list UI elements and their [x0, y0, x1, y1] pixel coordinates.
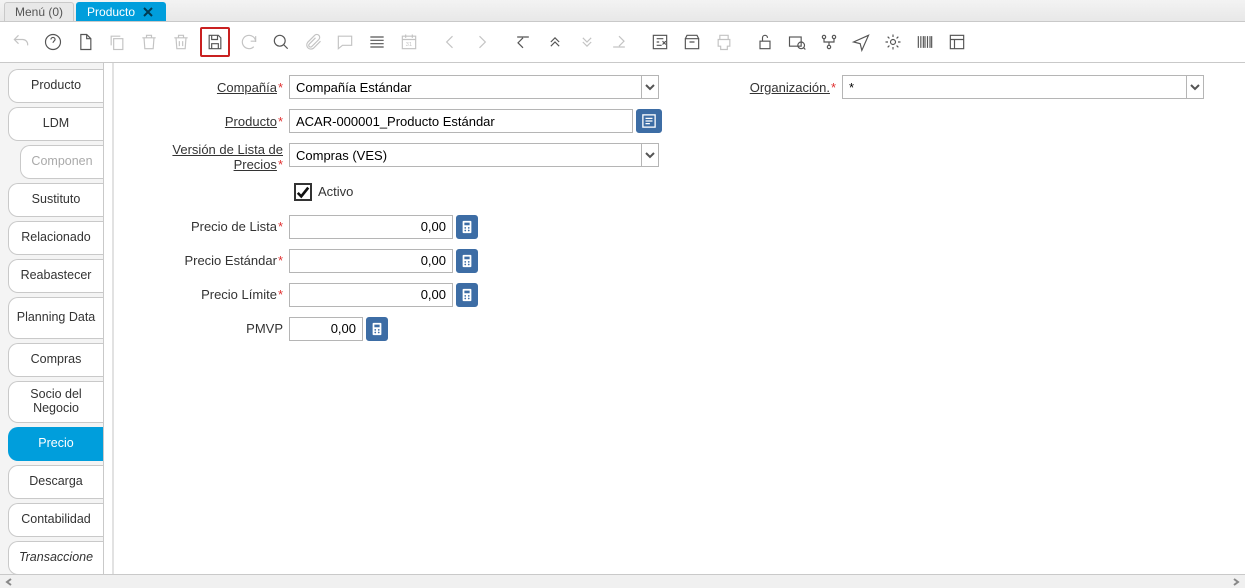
compania-combo[interactable]: [289, 75, 659, 99]
window-tab-menu[interactable]: Menú (0): [4, 2, 74, 21]
parent-last-icon: [606, 29, 632, 55]
precio-lista-calc-button[interactable]: [456, 215, 478, 239]
form-content: Compañía* Producto*: [104, 63, 1245, 574]
workflow-icon[interactable]: [816, 29, 842, 55]
precio-lista-label: Precio de Lista*: [134, 219, 289, 234]
activo-checkbox[interactable]: [294, 183, 312, 201]
grid-toggle-icon[interactable]: [364, 29, 390, 55]
main-area: Producto LDM Componen Sustituto Relacion…: [0, 63, 1245, 574]
close-tab-icon[interactable]: [141, 5, 155, 19]
new-record-icon[interactable]: [72, 29, 98, 55]
version-dropdown-icon[interactable]: [641, 143, 659, 167]
pmvp-input[interactable]: [289, 317, 363, 341]
search-icon[interactable]: [268, 29, 294, 55]
organizacion-input[interactable]: [842, 75, 1186, 99]
parent-first-icon[interactable]: [510, 29, 536, 55]
print-icon: [711, 29, 737, 55]
svg-text:31: 31: [406, 42, 412, 48]
side-tab-reabastecer[interactable]: Reabastecer: [8, 259, 103, 293]
side-tab-producto[interactable]: Producto: [8, 69, 103, 103]
organizacion-combo[interactable]: [842, 75, 1204, 99]
zoom-across-icon[interactable]: [784, 29, 810, 55]
barcode-icon[interactable]: [912, 29, 938, 55]
refresh-icon: [236, 29, 262, 55]
side-tab-list: Producto LDM Componen Sustituto Relacion…: [0, 63, 103, 574]
side-tab-socio[interactable]: Socio del Negocio: [8, 381, 103, 423]
toolbar: 31: [0, 22, 1245, 63]
save-icon[interactable]: [200, 27, 230, 57]
archive-icon[interactable]: [679, 29, 705, 55]
window-tab-producto[interactable]: Producto: [76, 2, 166, 21]
chat-icon: [332, 29, 358, 55]
side-tab-sustituto[interactable]: Sustituto: [8, 183, 103, 217]
copy-record-icon: [104, 29, 130, 55]
scroll-right-icon[interactable]: [1229, 576, 1243, 588]
process-gear-icon[interactable]: [880, 29, 906, 55]
lock-icon[interactable]: [752, 29, 778, 55]
activo-label: Activo: [318, 184, 353, 199]
producto-lookup-button[interactable]: [636, 109, 662, 133]
parent-prev-icon[interactable]: [542, 29, 568, 55]
side-tab-componentes[interactable]: Componen: [20, 145, 103, 179]
side-tab-compras[interactable]: Compras: [8, 343, 103, 377]
side-tab-precio[interactable]: Precio: [8, 427, 103, 461]
precio-estandar-label: Precio Estándar*: [134, 253, 289, 268]
scroll-left-icon[interactable]: [2, 576, 16, 588]
delete-record-icon: [136, 29, 162, 55]
side-tab-transacciones[interactable]: Transaccione: [8, 541, 103, 574]
parent-next-icon: [574, 29, 600, 55]
help-icon[interactable]: [40, 29, 66, 55]
precio-lista-field[interactable]: [289, 215, 478, 239]
precio-limite-field[interactable]: [289, 283, 478, 307]
version-input[interactable]: [289, 143, 641, 167]
pmvp-calc-button[interactable]: [366, 317, 388, 341]
compania-input[interactable]: [289, 75, 641, 99]
side-tab-ldm[interactable]: LDM: [8, 107, 103, 141]
producto-field[interactable]: [289, 109, 662, 133]
report-icon[interactable]: [647, 29, 673, 55]
compania-label: Compañía*: [134, 80, 289, 95]
scroll-track[interactable]: [16, 577, 1229, 587]
precio-estandar-field[interactable]: [289, 249, 478, 273]
side-tab-planning[interactable]: Planning Data: [8, 297, 103, 339]
prev-record-icon: [437, 29, 463, 55]
organizacion-label: Organización.*: [722, 80, 842, 95]
calendar-icon: 31: [396, 29, 422, 55]
version-combo[interactable]: [289, 143, 659, 167]
compania-dropdown-icon[interactable]: [641, 75, 659, 99]
attachment-icon: [300, 29, 326, 55]
organizacion-dropdown-icon[interactable]: [1186, 75, 1204, 99]
precio-limite-input[interactable]: [289, 283, 453, 307]
window-tab-bar: Menú (0) Producto: [0, 0, 1245, 22]
side-tab-panel: Producto LDM Componen Sustituto Relacion…: [0, 63, 104, 574]
delete-selection-icon: [168, 29, 194, 55]
precio-limite-calc-button[interactable]: [456, 283, 478, 307]
pmvp-label: PMVP: [134, 321, 289, 336]
producto-label: Producto*: [134, 114, 289, 129]
next-record-icon: [469, 29, 495, 55]
send-icon[interactable]: [848, 29, 874, 55]
precio-estandar-input[interactable]: [289, 249, 453, 273]
side-tab-descarga[interactable]: Descarga: [8, 465, 103, 499]
bottom-scrollbar[interactable]: [0, 574, 1245, 588]
version-label: Versión de Lista de Precios*: [134, 143, 289, 173]
customize-icon[interactable]: [944, 29, 970, 55]
side-tab-relacionado[interactable]: Relacionado: [8, 221, 103, 255]
pmvp-field[interactable]: [289, 317, 388, 341]
undo-icon: [8, 29, 34, 55]
producto-input[interactable]: [289, 109, 633, 133]
window-tab-menu-label: Menú (0): [15, 5, 63, 19]
precio-estandar-calc-button[interactable]: [456, 249, 478, 273]
side-tab-contabilidad[interactable]: Contabilidad: [8, 503, 103, 537]
precio-lista-input[interactable]: [289, 215, 453, 239]
precio-limite-label: Precio Límite*: [134, 287, 289, 302]
window-tab-producto-label: Producto: [87, 5, 135, 19]
